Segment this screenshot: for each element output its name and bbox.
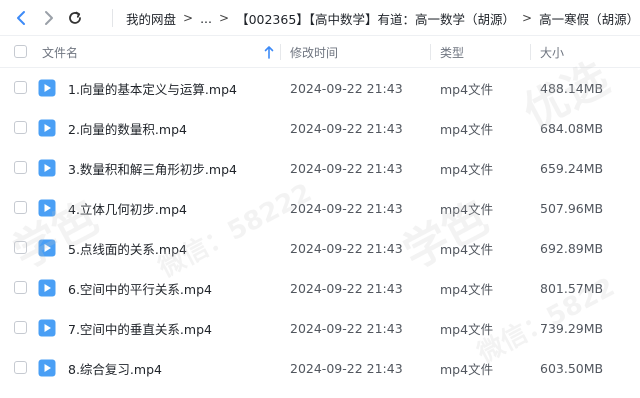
file-size: 603.50MB: [540, 360, 604, 376]
breadcrumb-ellipsis[interactable]: ...: [200, 11, 212, 26]
video-file-icon: [38, 199, 56, 217]
forward-button[interactable]: [38, 7, 60, 29]
column-divider[interactable]: [530, 44, 531, 60]
file-size: 739.29MB: [540, 320, 604, 336]
file-size: 801.57MB: [540, 280, 604, 296]
file-modified: 2024-09-22 21:43: [290, 160, 403, 176]
file-type: mp4文件: [440, 161, 494, 177]
file-type: mp4文件: [440, 281, 494, 297]
file-name[interactable]: 3.数量积和解三角形初步.mp4: [68, 148, 237, 188]
breadcrumb-root[interactable]: 我的网盘: [126, 9, 176, 28]
file-size: 684.08MB: [540, 120, 604, 136]
file-name[interactable]: 2.向量的数量积.mp4: [68, 108, 187, 148]
file-name[interactable]: 4.立体几何初步.mp4: [68, 188, 187, 228]
file-list-header: 文件名 修改时间 类型 大小: [0, 36, 640, 68]
file-modified: 2024-09-22 21:43: [290, 200, 403, 216]
file-modified: 2024-09-22 21:43: [290, 280, 403, 296]
row-checkbox[interactable]: [14, 321, 27, 334]
file-modified: 2024-09-22 21:43: [290, 80, 403, 96]
video-file-icon: [38, 319, 56, 337]
file-name[interactable]: 8.综合复习.mp4: [68, 348, 162, 388]
breadcrumb-folder-current[interactable]: 高一寒假（胡源）: [539, 9, 639, 28]
video-file-icon: [38, 359, 56, 377]
file-row[interactable]: 3.数量积和解三角形初步.mp4 2024-09-22 21:43 mp4文件 659…: [0, 148, 640, 188]
row-checkbox[interactable]: [14, 281, 27, 294]
refresh-icon: [69, 11, 81, 24]
video-file-icon: [38, 239, 56, 257]
refresh-button[interactable]: [64, 7, 86, 29]
address-bar: 我的网盘 > ... > 【002365】【高中数学】有道：高一数学（胡源） >…: [0, 0, 640, 36]
row-checkbox[interactable]: [14, 201, 27, 214]
file-type: mp4文件: [440, 241, 494, 257]
row-checkbox[interactable]: [14, 81, 27, 94]
column-divider[interactable]: [280, 44, 281, 60]
column-header-size[interactable]: 大小: [540, 36, 564, 68]
file-modified: 2024-09-22 21:43: [290, 240, 403, 256]
file-row[interactable]: 1.向量的基本定义与运算.mp4 2024-09-22 21:43 mp4文件 488…: [0, 68, 640, 108]
file-size: 692.89MB: [540, 240, 604, 256]
row-checkbox[interactable]: [14, 241, 27, 254]
back-button[interactable]: [10, 7, 32, 29]
chevron-right-icon: [45, 11, 53, 25]
row-checkbox[interactable]: [14, 161, 27, 174]
breadcrumb-arrow: >: [183, 11, 194, 25]
column-header-modified[interactable]: 修改时间: [290, 36, 338, 68]
file-row[interactable]: 6.空间中的平行关系.mp4 2024-09-22 21:43 mp4文件 801.5…: [0, 268, 640, 308]
breadcrumb: 我的网盘 > ... > 【002365】【高中数学】有道：高一数学（胡源） >…: [126, 0, 640, 36]
column-divider[interactable]: [430, 44, 431, 60]
file-type: mp4文件: [440, 361, 494, 377]
file-modified: 2024-09-22 21:43: [290, 120, 403, 136]
video-file-icon: [38, 159, 56, 177]
row-checkbox[interactable]: [14, 361, 27, 374]
file-type: mp4文件: [440, 81, 494, 97]
row-checkbox[interactable]: [14, 121, 27, 134]
video-file-icon: [38, 279, 56, 297]
file-row[interactable]: 5.点线面的关系.mp4 2024-09-22 21:43 mp4文件 692.89M…: [0, 228, 640, 268]
breadcrumb-arrow: >: [219, 11, 230, 25]
file-row[interactable]: 4.立体几何初步.mp4 2024-09-22 21:43 mp4文件 507.96M…: [0, 188, 640, 228]
video-file-icon: [38, 119, 56, 137]
toolbar-divider: [112, 9, 113, 27]
file-name[interactable]: 7.空间中的垂直关系.mp4: [68, 308, 212, 348]
file-size: 659.24MB: [540, 160, 604, 176]
file-type: mp4文件: [440, 121, 494, 137]
select-all-checkbox[interactable]: [14, 45, 27, 58]
file-name[interactable]: 6.空间中的平行关系.mp4: [68, 268, 212, 308]
file-size: 507.96MB: [540, 200, 604, 216]
file-row[interactable]: 2.向量的数量积.mp4 2024-09-22 21:43 mp4文件 684.08M…: [0, 108, 640, 148]
file-name[interactable]: 5.点线面的关系.mp4: [68, 228, 187, 268]
column-header-type[interactable]: 类型: [440, 36, 464, 68]
file-row[interactable]: 7.空间中的垂直关系.mp4 2024-09-22 21:43 mp4文件 739.2…: [0, 308, 640, 348]
file-modified: 2024-09-22 21:43: [290, 320, 403, 336]
file-type: mp4文件: [440, 201, 494, 217]
file-row[interactable]: 8.综合复习.mp4 2024-09-22 21:43 mp4文件 603.50MB: [0, 348, 640, 388]
column-header-name[interactable]: 文件名: [42, 36, 78, 68]
file-size: 488.14MB: [540, 80, 604, 96]
sort-ascending-icon[interactable]: [264, 45, 274, 62]
breadcrumb-folder-course[interactable]: 【002365】【高中数学】有道：高一数学（胡源）: [236, 9, 515, 28]
breadcrumb-arrow: >: [522, 11, 533, 25]
chevron-left-icon: [17, 11, 25, 25]
file-modified: 2024-09-22 21:43: [290, 360, 403, 376]
file-name[interactable]: 1.向量的基本定义与运算.mp4: [68, 68, 237, 108]
video-file-icon: [38, 79, 56, 97]
file-type: mp4文件: [440, 321, 494, 337]
